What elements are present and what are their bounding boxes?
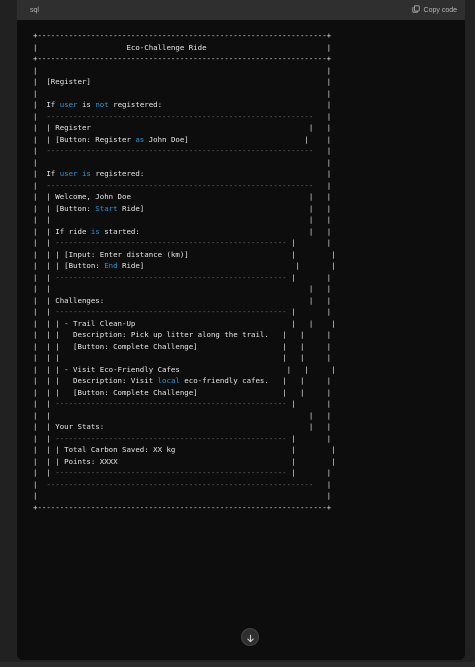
code-line: | | [Button: Start Ride] | | (33, 203, 332, 213)
code-line: | | Register | | (33, 123, 332, 132)
clipboard-icon (411, 5, 420, 15)
code-line: | | If ride is started: | | (33, 226, 332, 236)
code-line: | | | - Visit Eco-Friendly Cafes | | | (33, 364, 336, 374)
code-line: | | ------------------------------------… (33, 238, 332, 247)
code-line: | | | - Trail Clean-Up | | | (33, 318, 336, 328)
code-line: | | | [Button: End Ride] | | (33, 261, 336, 270)
scroll-down-button[interactable] (241, 628, 259, 646)
code-line: | If user is registered: | (33, 169, 332, 178)
code-block: sql Copy code +-------------------------… (17, 0, 465, 660)
code-line: | | ------------------------------------… (33, 307, 332, 316)
code-line: | | | Points: XXXX | | (33, 456, 336, 466)
code-line: | | | Description: Visit local eco-frien… (33, 376, 332, 385)
code-line: | | (33, 491, 332, 500)
bottom-bar (0, 662, 475, 667)
code-line: | | (33, 157, 332, 167)
code-content: +---------------------------------------… (33, 30, 336, 513)
code-line: | | ------------------------------------… (33, 433, 332, 443)
code-line: | | | | (33, 410, 332, 420)
code-block-header: sql Copy code (17, 0, 465, 20)
code-line: | | | [Button: Complete Challenge] | | | (33, 341, 332, 351)
code-line: +---------------------------------------… (33, 502, 332, 512)
code-line: | | ------------------------------------… (33, 272, 332, 282)
chat-window: sql Copy code +-------------------------… (0, 0, 475, 667)
code-line: | Eco-Challenge Ride | (33, 42, 332, 52)
code-line: | --------------------------------------… (33, 479, 332, 489)
code-line: | [Register] | (33, 77, 332, 86)
arrow-down-icon (246, 628, 255, 647)
code-line: | --------------------------------------… (33, 111, 332, 121)
code-line: | | ------------------------------------… (33, 399, 332, 408)
code-line: | | Challenges: | | (33, 295, 332, 305)
copy-code-button[interactable]: Copy code (411, 5, 457, 15)
code-line: +---------------------------------------… (33, 31, 332, 40)
code-line: | | Your Stats: | | (33, 422, 332, 431)
copy-code-label: Copy code (423, 6, 457, 14)
code-line: | | | Description: Pick up litter along … (33, 330, 332, 339)
code-line: | | | [Button: Complete Challenge] | | | (33, 387, 332, 397)
code-line: | --------------------------------------… (33, 146, 332, 155)
code-line: | If user is not registered: | (33, 100, 332, 109)
code-line: | | Welcome, John Doe | | (33, 192, 332, 201)
code-line: | | (33, 88, 332, 98)
code-line: | | | [Input: Enter distance (km)] | | (33, 249, 336, 259)
code-line: | | | | | | (33, 353, 332, 362)
code-line: | --------------------------------------… (33, 180, 332, 190)
code-line: | | [Button: Register as John Doe] | | (33, 134, 332, 144)
code-line: | | | | (33, 215, 332, 224)
code-line: +---------------------------------------… (33, 54, 332, 63)
code-line: | | | Total Carbon Saved: XX kg | | (33, 445, 336, 454)
code-line: | | ------------------------------------… (33, 468, 332, 477)
code-line: | | (33, 65, 332, 75)
code-language-label: sql (30, 6, 39, 14)
code-line: | | | | (33, 284, 332, 293)
